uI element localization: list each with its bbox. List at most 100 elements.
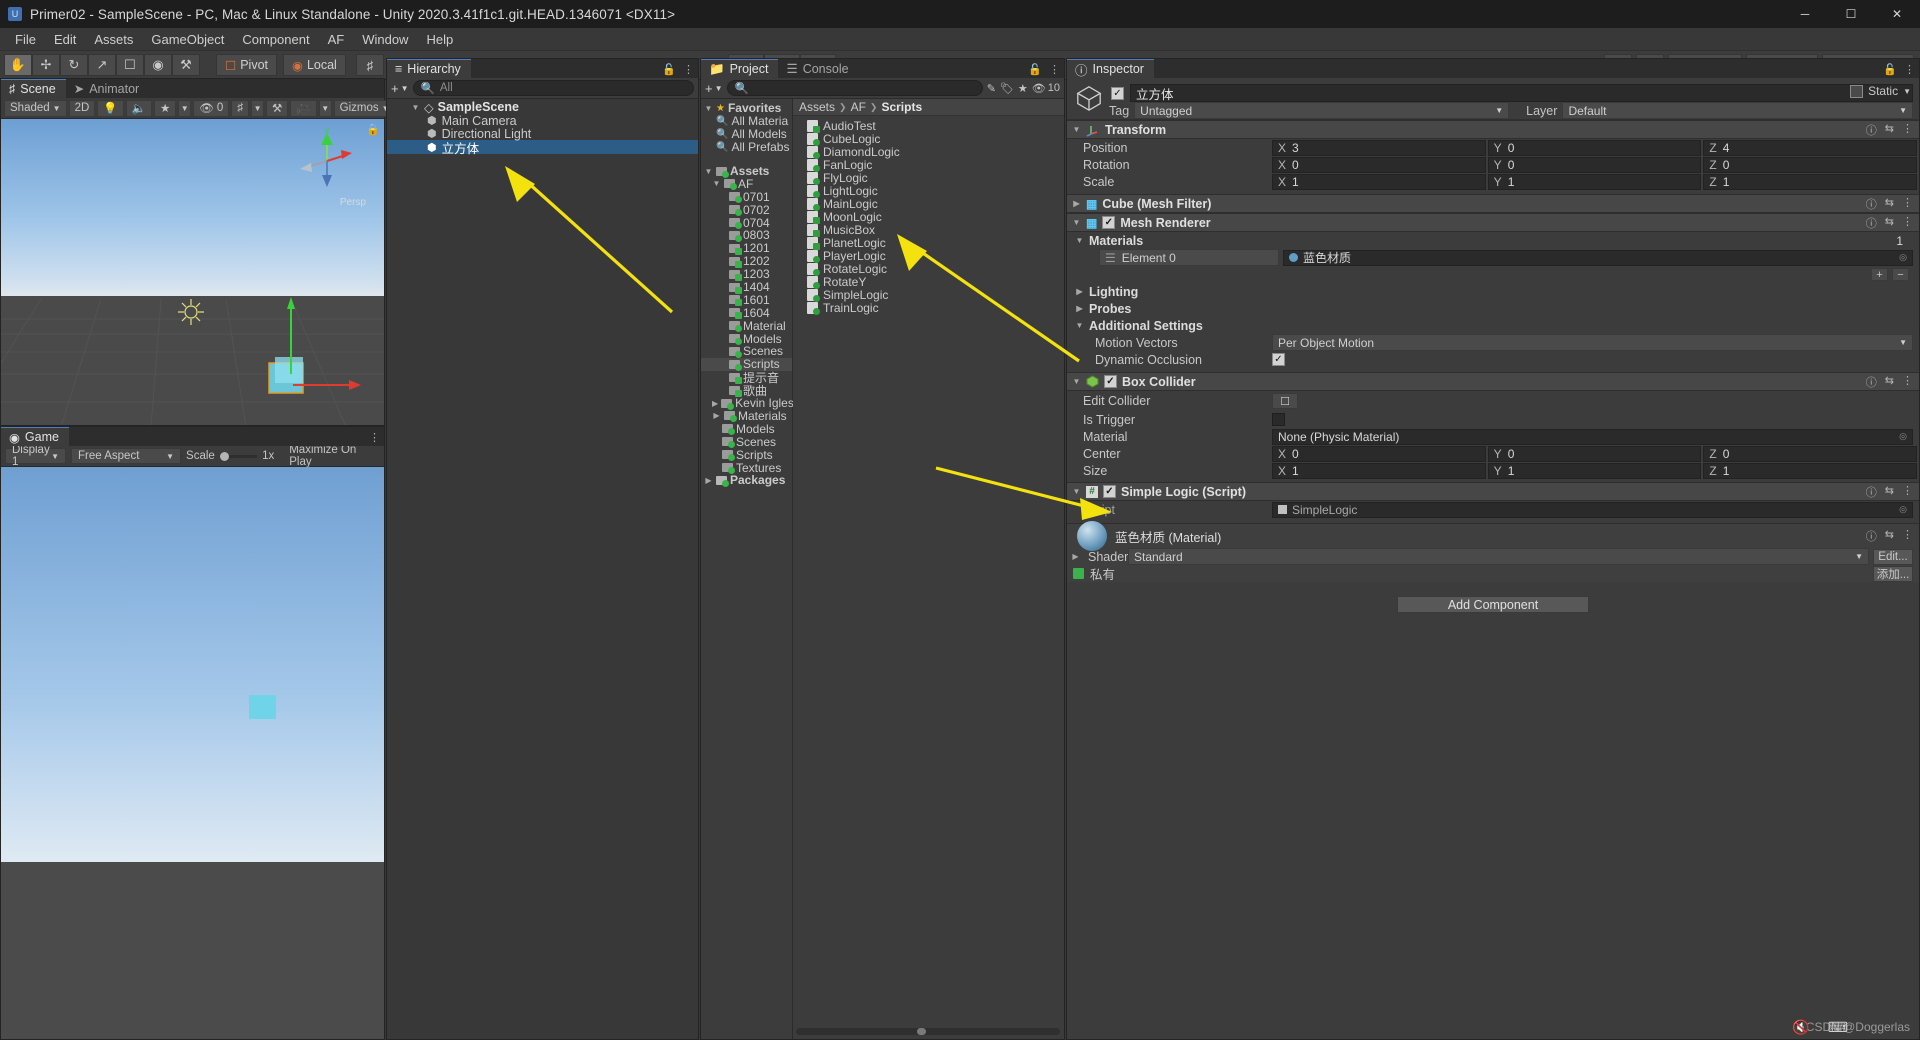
size-y-field[interactable]: Y1 — [1487, 462, 1702, 479]
scene-grid-icon[interactable]: ♯ — [231, 99, 250, 117]
project-tree-models-af[interactable]: Models — [701, 332, 792, 346]
expand-triangle-icon[interactable]: ▼ — [1072, 377, 1081, 386]
help-icon[interactable]: ⓘ — [1866, 528, 1877, 544]
hand-tool-icon[interactable]: ✋ — [4, 54, 32, 76]
expand-triangle-icon[interactable]: ▼ — [1072, 218, 1081, 227]
breadcrumb-assets[interactable]: Assets — [799, 100, 835, 114]
asset-item-flylogic[interactable]: FlyLogic — [807, 171, 1064, 185]
project-tree-1203[interactable]: 1203 — [701, 267, 792, 281]
kebab-menu-icon[interactable]: ⋮ — [1902, 215, 1913, 231]
favorite-icon[interactable]: ★ — [1018, 82, 1028, 95]
object-picker-icon[interactable]: ◎ — [1899, 252, 1907, 263]
transform-tool-icon[interactable]: ◉ — [144, 54, 172, 76]
rotation-y-field[interactable]: Y0 — [1487, 156, 1702, 173]
project-tree-0701[interactable]: 0701 — [701, 190, 792, 204]
custom-tool-icon[interactable]: ⚒ — [172, 54, 200, 76]
project-tree-0803[interactable]: 0803 — [701, 228, 792, 242]
asset-item-trainlogic[interactable]: TrainLogic — [807, 301, 1064, 315]
light-icon[interactable]: 💡 — [97, 99, 124, 117]
project-tree-kevin-igles[interactable]: ▶ Kevin Igles — [701, 396, 794, 410]
material-add-button[interactable]: 添加... — [1873, 565, 1913, 582]
asset-item-rotatelogic[interactable]: RotateLogic — [807, 262, 1064, 276]
maximize-button[interactable]: ☐ — [1828, 0, 1874, 28]
dynamic-occlusion-checkbox[interactable]: ✓ — [1272, 353, 1285, 366]
rotation-z-field[interactable]: Z0 — [1703, 156, 1918, 173]
collapse-triangle-icon[interactable]: ▶ — [704, 476, 713, 485]
hierarchy-item-cube[interactable]: ⬢ 立方体 — [387, 140, 698, 156]
project-tree-1404[interactable]: 1404 — [701, 280, 792, 294]
object-picker-icon[interactable]: ◎ — [1899, 504, 1907, 515]
static-checkbox[interactable] — [1850, 84, 1864, 98]
mesh-renderer-enabled-checkbox[interactable]: ✓ — [1102, 216, 1116, 229]
expand-triangle-icon[interactable]: ▼ — [1075, 321, 1084, 330]
hierarchy-search-input[interactable]: 🔍 All — [412, 80, 694, 96]
maximize-on-play-toggle[interactable]: Maximize On Play — [289, 444, 380, 468]
element-0-value-field[interactable]: 蓝色材质 ◎ — [1283, 249, 1913, 266]
menu-item-af[interactable]: AF — [319, 30, 354, 49]
lighting-section[interactable]: ▶ Lighting — [1067, 283, 1919, 300]
camera-dropdown-icon[interactable]: ▼ — [318, 99, 332, 117]
preset-icon[interactable]: ⇆ — [1885, 215, 1894, 231]
kebab-menu-icon[interactable]: ⋮ — [1902, 196, 1913, 212]
scale-slider[interactable] — [219, 451, 258, 461]
asset-item-fanlogic[interactable]: FanLogic — [807, 158, 1064, 172]
tag-dropdown[interactable]: Untagged ▼ — [1134, 102, 1510, 119]
preset-icon[interactable]: ⇆ — [1885, 122, 1894, 138]
game-viewport[interactable] — [1, 467, 384, 1039]
grid-snap-icon[interactable]: ♯ — [355, 54, 384, 76]
project-tree-0704[interactable]: 0704 — [701, 216, 792, 230]
expand-triangle-icon[interactable]: ▼ — [411, 103, 420, 112]
2d-toggle[interactable]: 2D — [68, 99, 96, 117]
project-tree-assets[interactable]: ▼ Assets — [701, 164, 792, 178]
kebab-menu-icon[interactable]: ⋮ — [1904, 63, 1915, 76]
gameobject-enabled-checkbox[interactable]: ✓ — [1111, 86, 1124, 100]
static-toggle[interactable]: Static ▼ — [1850, 84, 1911, 98]
element-0-label-box[interactable]: ☰ Element 0 — [1099, 249, 1279, 266]
lock-icon[interactable]: 🔓 — [662, 63, 676, 76]
asset-item-simplelogic[interactable]: SimpleLogic — [807, 288, 1064, 302]
tab-hierarchy[interactable]: ≡ Hierarchy — [387, 59, 471, 78]
project-search-input[interactable]: 🔍 — [726, 80, 983, 96]
tab-game[interactable]: ◉ Game — [1, 427, 69, 446]
scale-slider-thumb[interactable] — [219, 451, 229, 461]
breadcrumb-scripts[interactable]: Scripts — [881, 100, 922, 114]
project-tree-all-models[interactable]: 🔍 All Models — [701, 127, 792, 141]
box-collider-component-header[interactable]: ▼ ✓ Box Collider ⓘ ⇆ ⋮ — [1067, 372, 1919, 391]
position-x-field[interactable]: X3 — [1272, 139, 1486, 156]
lock-icon[interactable]: 🔒 — [366, 123, 380, 136]
project-tree-1601[interactable]: 1601 — [701, 293, 792, 307]
add-material-button[interactable]: + — [1871, 268, 1888, 281]
minimize-button[interactable]: ─ — [1782, 0, 1828, 28]
asset-item-audiotest[interactable]: AudioTest — [807, 119, 1064, 133]
hierarchy-item-directional-light[interactable]: ⬢ Directional Light — [387, 127, 698, 141]
menu-item-gameobject[interactable]: GameObject — [142, 30, 233, 49]
help-icon[interactable]: ⓘ — [1866, 215, 1877, 231]
project-scroll-thumb[interactable] — [917, 1028, 927, 1035]
audio-icon[interactable]: 🔈 — [125, 99, 152, 117]
position-y-field[interactable]: Y0 — [1487, 139, 1702, 156]
collapse-triangle-icon[interactable]: ▶ — [1075, 287, 1084, 296]
aspect-dropdown[interactable]: Free Aspect ▼ — [71, 448, 182, 464]
kebab-menu-icon[interactable]: ⋮ — [1902, 484, 1913, 500]
lock-icon[interactable]: 🔓 — [1028, 63, 1042, 76]
size-x-field[interactable]: X1 — [1272, 462, 1486, 479]
fx-dropdown-icon[interactable]: ▼ — [178, 99, 192, 117]
shader-dropdown[interactable]: Standard ▼ — [1128, 548, 1869, 565]
collapse-triangle-icon[interactable]: ▶ — [1071, 552, 1080, 561]
scale-tool-icon[interactable]: ↗ — [88, 54, 116, 76]
scene-orientation-gizmo[interactable]: y — [292, 125, 362, 195]
probes-section[interactable]: ▶ Probes — [1067, 300, 1919, 317]
project-tree-all-materials[interactable]: 🔍 All Materia — [701, 114, 792, 128]
layer-dropdown[interactable]: Default ▼ — [1562, 102, 1913, 119]
tab-console[interactable]: ☰ Console — [778, 59, 859, 78]
simple-logic-enabled-checkbox[interactable]: ✓ — [1103, 485, 1116, 498]
remove-material-button[interactable]: − — [1892, 268, 1909, 281]
transform-component-header[interactable]: ▼ Transform ⓘ ⇆ ⋮ — [1067, 120, 1919, 139]
additional-settings-section[interactable]: ▼ Additional Settings — [1067, 317, 1919, 334]
help-icon[interactable]: ⓘ — [1866, 374, 1877, 390]
project-tree-all-prefabs[interactable]: 🔍 All Prefabs — [701, 140, 792, 154]
collapse-triangle-icon[interactable]: ▶ — [1072, 199, 1081, 208]
shader-edit-button[interactable]: Edit... — [1873, 548, 1913, 565]
fx-icon[interactable]: ★ — [153, 99, 177, 117]
kebab-menu-icon[interactable]: ⋮ — [1902, 374, 1913, 390]
